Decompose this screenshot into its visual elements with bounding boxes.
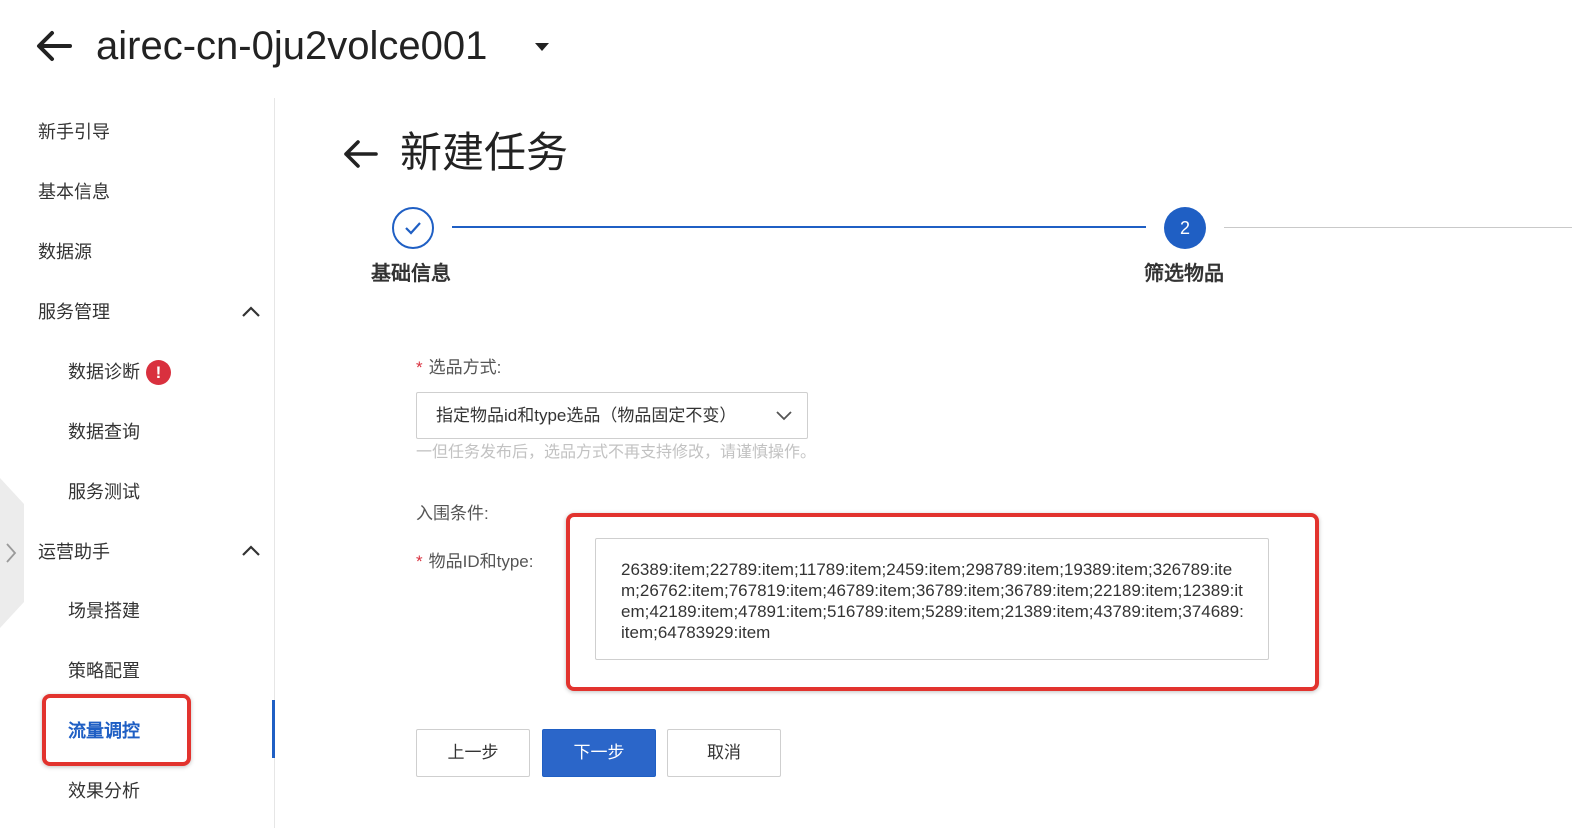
cancel-button[interactable]: 取消 — [667, 729, 781, 777]
highlight-box-nav — [42, 694, 191, 766]
method-select[interactable]: 指定物品id和type选品（物品固定不变） — [416, 392, 808, 439]
sidebar-item-guide[interactable]: 新手引导 — [38, 120, 110, 144]
page-title: 新建任务 — [400, 129, 569, 176]
next-button[interactable]: 下一步 — [542, 729, 656, 777]
sidebar-item-datasource[interactable]: 数据源 — [38, 240, 92, 264]
arrow-left-icon[interactable] — [340, 134, 380, 174]
step-2-indicator: 2 — [1164, 207, 1206, 249]
sidebar-item-basic-info[interactable]: 基本信息 — [38, 180, 110, 204]
sidebar-item-operation-assistant[interactable]: 运营助手 — [38, 540, 110, 564]
chevron-up-icon[interactable] — [241, 304, 261, 318]
method-help-text: 一但任务发布后，选品方式不再支持修改，请谨慎操作。 — [416, 444, 817, 461]
instance-title: airec-cn-0ju2volce001 — [96, 24, 488, 68]
step-2-label: 筛选物品 — [1144, 263, 1224, 285]
caret-down-icon[interactable] — [533, 40, 551, 54]
sidebar-active-indicator — [272, 700, 275, 758]
sidebar-collapse-handle[interactable] — [0, 478, 26, 628]
criteria-section-label: 入围条件: — [416, 504, 489, 523]
sidebar-item-scene-build[interactable]: 场景搭建 — [68, 599, 140, 623]
sidebar-item-strategy-config[interactable]: 策略配置 — [68, 659, 140, 683]
step-1-indicator — [392, 207, 434, 249]
sidebar-item-service-management[interactable]: 服务管理 — [38, 300, 110, 324]
sidebar-item-data-diagnosis[interactable]: 数据诊断 — [68, 360, 140, 384]
alert-icon: ! — [146, 360, 171, 385]
step-connector-done — [452, 226, 1146, 228]
method-label: * 选品方式: — [416, 358, 502, 377]
chevron-down-icon — [776, 411, 792, 421]
sidebar-item-service-test[interactable]: 服务测试 — [68, 480, 140, 504]
check-icon — [405, 222, 421, 235]
chevron-up-icon[interactable] — [241, 543, 261, 557]
items-label: * 物品ID和type: — [416, 552, 534, 571]
arrow-left-icon[interactable] — [34, 26, 74, 66]
prev-button[interactable]: 上一步 — [416, 729, 530, 777]
sidebar-item-data-query[interactable]: 数据查询 — [68, 420, 140, 444]
step-connector-pending — [1224, 227, 1572, 228]
highlight-box-items — [566, 513, 1319, 691]
step-1-label: 基础信息 — [371, 263, 451, 285]
sidebar-item-effect-analysis[interactable]: 效果分析 — [68, 779, 140, 803]
method-select-value: 指定物品id和type选品（物品固定不变） — [436, 406, 737, 425]
